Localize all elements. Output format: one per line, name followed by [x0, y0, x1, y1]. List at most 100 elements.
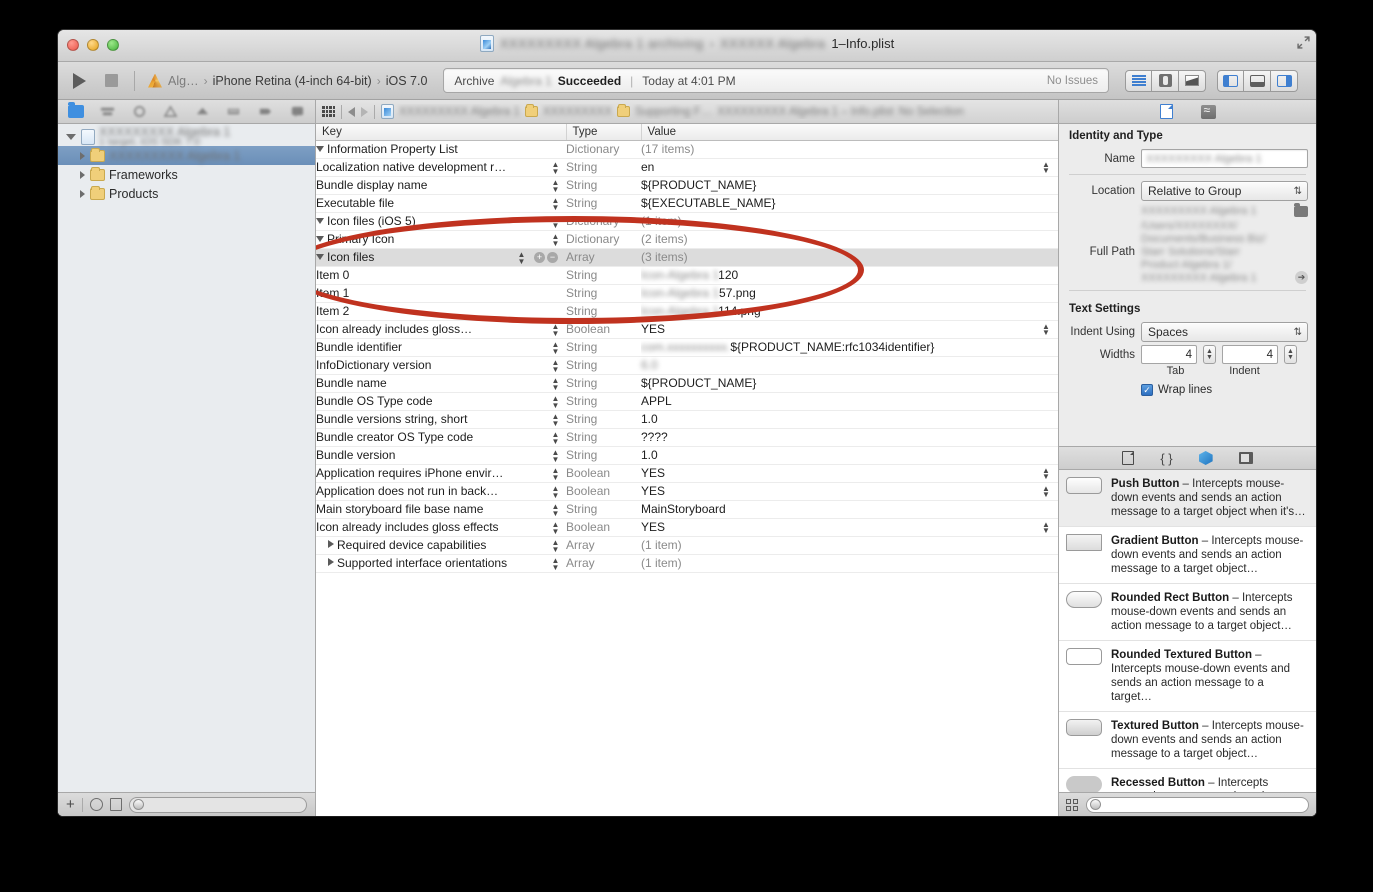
stepper-icon[interactable]: ▲ ▼ — [551, 430, 560, 445]
stepper-icon[interactable]: ▲ ▼ — [551, 178, 560, 193]
disclosure-triangle-icon[interactable] — [80, 151, 85, 160]
stepper-icon[interactable]: ▲ ▼ — [551, 448, 560, 463]
tree-item-products[interactable]: Products — [58, 184, 315, 203]
add-file-button[interactable]: + — [66, 797, 75, 812]
stepper-icon[interactable]: ▲ ▼ — [551, 358, 560, 373]
row-value[interactable]: YES — [641, 466, 665, 480]
row-value[interactable]: YES — [641, 484, 665, 498]
row-value[interactable]: ${PRODUCT_NAME} — [641, 374, 1058, 393]
name-field[interactable]: XXXXXXXXX Algebra 1 — [1141, 149, 1308, 168]
fullscreen-icon[interactable] — [1297, 36, 1310, 49]
table-row[interactable]: Main storyboard file base name ▲ ▼ String … — [316, 500, 1058, 519]
column-header-key[interactable]: Key — [316, 124, 567, 141]
stepper-icon[interactable]: ▲ ▼ — [551, 412, 560, 427]
list-item[interactable]: Rounded Textured Button – Intercepts mou… — [1059, 641, 1316, 712]
code-snippet-library-icon[interactable]: { } — [1160, 451, 1172, 466]
media-library-icon[interactable] — [1238, 452, 1253, 464]
jumpbar-crumb-file[interactable]: XXXXXXXXX Algebra 1 – Info.plist — [717, 106, 893, 118]
navigator-toggle-button[interactable] — [1217, 69, 1244, 92]
stepper-icon[interactable]: ▲ ▼ — [551, 466, 560, 481]
assistant-editor-button[interactable] — [1152, 69, 1179, 92]
remove-row-icon[interactable]: − — [547, 251, 558, 263]
list-item[interactable]: Push Button – Intercepts mouse-down even… — [1059, 470, 1316, 527]
tree-item-project[interactable]: XXXXXXXXX Algebra 1 1 target, iOS SDK 7.… — [58, 125, 315, 147]
stepper-icon[interactable]: ▲ ▼ — [551, 340, 560, 355]
folder-icon[interactable] — [1294, 203, 1308, 217]
view-mode-icon[interactable] — [1066, 798, 1078, 811]
filter-recent-icon[interactable] — [89, 798, 103, 811]
column-header-value[interactable]: Value — [641, 124, 1058, 141]
row-value[interactable]: 57.png — [719, 286, 756, 300]
indent-width-stepper[interactable]: ▲ ▼ — [1284, 345, 1297, 364]
table-row[interactable]: Bundle display name ▲ ▼ String ${PRODUCT_N… — [316, 176, 1058, 195]
list-item[interactable]: Recessed Button – Intercepts mouse-down … — [1059, 769, 1316, 792]
tab-symbol-navigator[interactable] — [92, 100, 124, 123]
jumpbar-crumb-group[interactable]: XXXXXXXXX — [543, 106, 612, 118]
tab-find-navigator[interactable] — [123, 100, 155, 123]
table-row[interactable]: Information Property List Dictionary (17… — [316, 140, 1058, 159]
row-value[interactable]: 1.0 — [641, 446, 1058, 465]
list-item[interactable]: Gradient Button – Intercepts mouse-down … — [1059, 527, 1316, 584]
indent-width-field[interactable]: 4 — [1222, 345, 1278, 364]
table-row[interactable]: Icon already includes gloss effects ▲ ▼ Bo… — [316, 518, 1058, 537]
row-value[interactable]: MainStoryboard — [641, 500, 1058, 519]
table-row[interactable]: InfoDictionary version ▲ ▼ String 6.0 — [316, 356, 1058, 375]
forward-button[interactable] — [361, 106, 368, 117]
table-row[interactable]: Bundle versions string, short ▲ ▼ String 1… — [316, 410, 1058, 429]
tab-width-stepper[interactable]: ▲ ▼ — [1203, 345, 1216, 364]
row-value[interactable]: ${PRODUCT_NAME:rfc1034identifier} — [730, 340, 934, 354]
indent-using-select[interactable]: Spaces — [1141, 322, 1308, 342]
stepper-icon[interactable]: ▲ ▼ — [551, 502, 560, 517]
disclosure-triangle-icon[interactable] — [80, 189, 85, 198]
disclosure-triangle-icon[interactable] — [66, 133, 76, 140]
tree-item-frameworks[interactable]: Frameworks — [58, 165, 315, 184]
table-row[interactable]: Item 0 String Icon-Algebra 1120 — [316, 266, 1058, 285]
row-value[interactable]: 6.0 — [641, 356, 1058, 375]
library-filter-field[interactable] — [1086, 796, 1309, 813]
tree-item-group[interactable]: XXXXXXXXX Algebra 1 — [58, 146, 315, 165]
navigator-filter-field[interactable] — [128, 796, 307, 813]
jumpbar-crumb-project[interactable]: XXXXXXXXX Algebra 1 — [399, 106, 520, 118]
list-item[interactable]: Rounded Rect Button – Intercepts mouse-d… — [1059, 584, 1316, 641]
related-items-icon[interactable] — [322, 106, 335, 117]
filter-sourcecontrol-icon[interactable] — [109, 798, 122, 811]
tab-issue-navigator[interactable] — [155, 100, 187, 123]
stop-button[interactable] — [98, 69, 124, 93]
back-button[interactable] — [348, 106, 355, 117]
stepper-icon[interactable]: ▲ ▼ — [551, 196, 560, 211]
tab-breakpoint-navigator[interactable] — [250, 100, 282, 123]
column-header-type[interactable]: Type — [566, 124, 642, 141]
file-template-library-icon[interactable] — [1122, 451, 1135, 465]
table-row[interactable]: Executable file ▲ ▼ String ${EXECUTABLE_NA… — [316, 194, 1058, 213]
row-value[interactable]: ${PRODUCT_NAME} — [641, 176, 1058, 195]
location-select[interactable]: Relative to Group — [1141, 181, 1308, 201]
stepper-icon[interactable]: ▲ ▼ — [551, 556, 560, 571]
plist-editor[interactable]: Key Type Value Information Property List… — [316, 124, 1058, 816]
row-value[interactable]: 120 — [718, 268, 738, 282]
standard-editor-button[interactable] — [1125, 69, 1152, 92]
row-value[interactable]: ???? — [641, 428, 1058, 447]
row-value[interactable]: en — [641, 160, 654, 174]
scheme-name[interactable]: Alg… — [168, 74, 199, 88]
table-row[interactable]: Supported interface orientations ▲ ▼ Array… — [316, 554, 1058, 573]
tab-report-navigator[interactable] — [281, 100, 313, 123]
row-value[interactable]: YES — [641, 322, 665, 336]
stepper-icon[interactable]: ▲ ▼ — [551, 538, 560, 553]
table-row[interactable]: Bundle name ▲ ▼ String ${PRODUCT_NAME} — [316, 374, 1058, 393]
stepper-icon[interactable]: ▲ ▼ — [551, 214, 560, 229]
table-row[interactable]: Bundle OS Type code ▲ ▼ String APPL — [316, 392, 1058, 411]
jump-bar-path[interactable]: XXXXXXXXX Algebra 1 XXXXXXXXX Supporting… — [381, 104, 1052, 119]
tab-debug-navigator[interactable] — [218, 100, 250, 123]
stepper-icon[interactable]: ▲ ▼ — [1042, 160, 1050, 174]
table-row[interactable]: Application requires iPhone envir… ▲ ▼ Boo… — [316, 464, 1058, 483]
row-value[interactable]: YES — [641, 520, 665, 534]
stepper-icon[interactable]: ▲ ▼ — [1042, 322, 1050, 336]
stepper-icon[interactable]: ▲ ▼ — [1042, 484, 1050, 498]
stepper-icon[interactable]: ▲ ▼ — [551, 160, 560, 175]
tab-test-navigator[interactable] — [187, 100, 219, 123]
table-row[interactable]: Bundle identifier ▲ ▼ String com.xxxxxxxxx… — [316, 338, 1058, 357]
stepper-icon[interactable]: ▲ ▼ — [1042, 520, 1050, 534]
destination-name[interactable]: iPhone Retina (4-inch 64-bit) — [213, 74, 372, 88]
table-row[interactable]: Required device capabilities ▲ ▼ Array (1 … — [316, 536, 1058, 555]
wrap-lines-checkbox[interactable]: ✓ — [1141, 384, 1153, 396]
